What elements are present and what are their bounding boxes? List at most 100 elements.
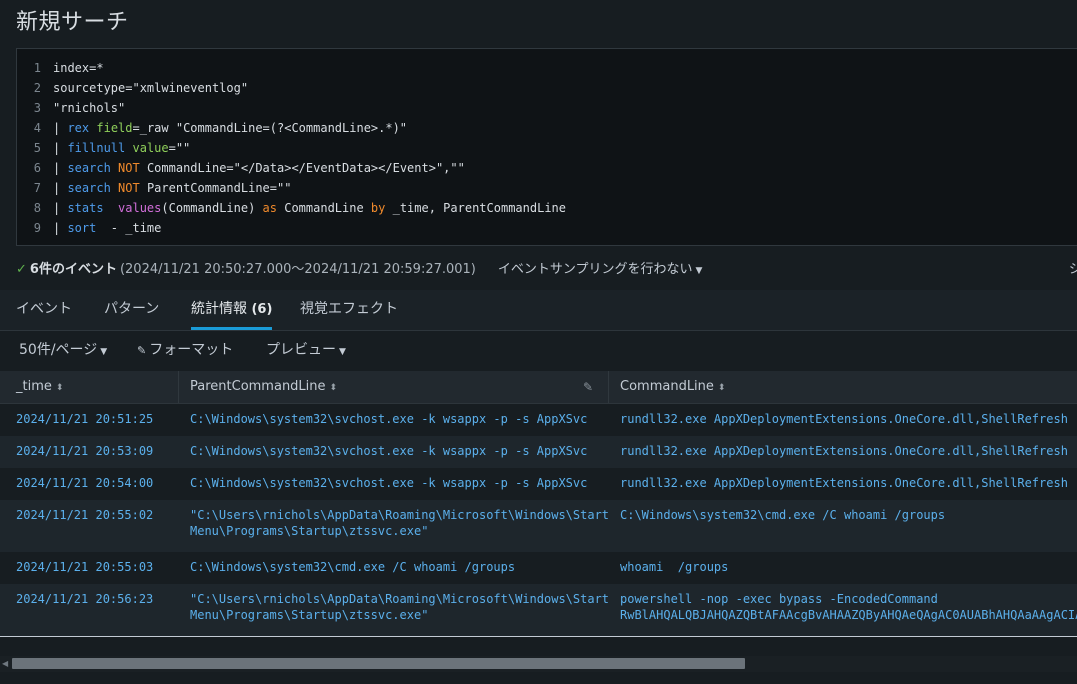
time-cell[interactable]: 2024/11/21 20:55:02 (16, 507, 153, 523)
caret-down-icon: ▼ (695, 265, 703, 276)
search-code: | fillnull value="" (53, 138, 190, 158)
search-line[interactable]: 4 | rex field=_raw "CommandLine=(?<Comman… (17, 118, 1077, 138)
code-token: | (53, 141, 68, 155)
line-number: 2 (33, 81, 41, 95)
search-line[interactable]: 6 | search NOT CommandLine="</Data></Even… (17, 158, 1077, 178)
code-token: sourcetype="xmlwineventlog" (53, 81, 249, 95)
format-button[interactable]: ✎ フォーマット (137, 331, 233, 370)
commandline-cell[interactable]: rundll32.exe AppXDeploymentExtensions.On… (620, 475, 1068, 491)
table-row[interactable]: 2024/11/21 20:55:02 "C:\Users\rnichols\Ap… (0, 500, 1077, 552)
code-token: fillnull (67, 141, 126, 155)
code-token: search (67, 161, 111, 175)
horizontal-scrollbar[interactable]: ◀ (0, 656, 1077, 672)
code-token: ParentCommandLine="" (139, 181, 292, 195)
sampling-dropdown[interactable]: イベントサンプリングを行わない ▼ (498, 260, 703, 281)
line-number: 6 (33, 161, 41, 175)
search-line[interactable]: 1 index=* (17, 58, 1077, 78)
line-number: 3 (33, 101, 41, 115)
column-header-commandline[interactable]: CommandLine ⬍ (620, 371, 725, 403)
time-range: (2024/11/21 20:50:27.000～2024/11/21 20:5… (119, 262, 476, 277)
table-row[interactable]: 2024/11/21 20:53:09 C:\Windows\system32\s… (0, 436, 1077, 468)
line-number: 7 (33, 181, 41, 195)
results-toolbar: 50件/ページ ▼ ✎ フォーマット プレビュー ▼ (0, 331, 1077, 371)
code-token: field (96, 121, 133, 135)
pencil-icon[interactable]: ✎ (583, 371, 593, 403)
commandline-cell[interactable]: whoami /groups (620, 559, 728, 575)
code-token: (CommandLine) (161, 201, 263, 215)
commandline-cell[interactable]: powershell -nop -exec bypass -EncodedCom… (620, 591, 1077, 623)
search-line[interactable]: 3 "rnichols" (17, 98, 1077, 118)
parent-cell[interactable]: C:\Windows\system32\cmd.exe /C whoami /g… (190, 559, 515, 575)
search-editor[interactable]: 1 index=* 2 sourcetype="xmlwineventlog" 3 "rn… (16, 48, 1077, 246)
job-menu[interactable]: ジ (1069, 260, 1077, 280)
code-token: index=* (53, 61, 104, 75)
code-token: CommandLine="</Data></EventData></Event>… (139, 161, 465, 175)
code-token: | (53, 221, 68, 235)
time-cell[interactable]: 2024/11/21 20:55:03 (16, 559, 153, 575)
search-code: index=* (53, 58, 104, 78)
commandline-cell[interactable]: rundll32.exe AppXDeploymentExtensions.On… (620, 443, 1068, 459)
line-number: 8 (33, 201, 41, 215)
column-header-time[interactable]: _time ⬍ (16, 371, 63, 403)
sort-icon: ⬍ (717, 383, 726, 393)
code-token: rex (67, 121, 90, 135)
parent-cell[interactable]: "C:\Users\rnichols\AppData\Roaming\Micro… (190, 507, 609, 539)
event-count: 6件のイベント (29, 262, 117, 277)
table-row[interactable]: 2024/11/21 20:51:25 C:\Windows\system32\s… (0, 404, 1077, 436)
code-token: | (53, 161, 68, 175)
preview-dropdown[interactable]: プレビュー ▼ (266, 331, 346, 371)
search-line[interactable]: 8 | stats values(CommandLine) as CommandL… (17, 198, 1077, 218)
sort-icon: ⬍ (55, 383, 64, 393)
time-cell[interactable]: 2024/11/21 20:56:23 (16, 591, 153, 607)
table-row[interactable]: 2024/11/21 20:56:23 "C:\Users\rnichols\Ap… (0, 584, 1077, 636)
scrollbar-thumb[interactable] (12, 658, 745, 669)
parent-cell[interactable]: "C:\Users\rnichols\AppData\Roaming\Micro… (190, 591, 609, 623)
search-line[interactable]: 5 | fillnull value="" (17, 138, 1077, 158)
table-row[interactable]: 2024/11/21 20:54:00 C:\Windows\system32\s… (0, 468, 1077, 500)
search-code: | sort - _time (53, 218, 161, 238)
tab-patterns[interactable]: パターン (104, 290, 159, 330)
tab-events[interactable]: イベント (16, 290, 72, 330)
per-page-dropdown[interactable]: 50件/ページ ▼ (19, 331, 107, 371)
search-code: | stats values(CommandLine) as CommandLi… (53, 198, 566, 218)
commandline-cell[interactable]: C:\Windows\system32\cmd.exe /C whoami /g… (620, 507, 945, 523)
code-token: by (370, 201, 386, 215)
table-row[interactable]: 2024/11/21 20:55:03 C:\Windows\system32\c… (0, 552, 1077, 584)
code-token: | (53, 201, 68, 215)
code-token: NOT (118, 181, 140, 195)
parent-cell[interactable]: C:\Windows\system32\svchost.exe -k wsapp… (190, 475, 587, 491)
sort-icon: ⬍ (329, 383, 338, 393)
code-token: ="" (168, 141, 191, 155)
code-token: sort (67, 221, 97, 235)
code-token: - _time (96, 221, 162, 235)
column-header-parent[interactable]: ParentCommandLine ⬍ (190, 371, 337, 403)
tab-statistics[interactable]: 統計情報 (6) (191, 290, 273, 330)
time-cell[interactable]: 2024/11/21 20:54:00 (16, 475, 153, 491)
time-cell[interactable]: 2024/11/21 20:51:25 (16, 411, 153, 427)
code-token: stats (67, 201, 104, 215)
search-status: ✓ 6件のイベント (2024/11/21 20:50:27.000～2024/… (16, 260, 702, 280)
commandline-cell[interactable]: rundll32.exe AppXDeploymentExtensions.On… (620, 411, 1068, 427)
tab-visualization[interactable]: 視覚エフェクト (300, 290, 398, 330)
parent-cell[interactable]: C:\Windows\system32\svchost.exe -k wsapp… (190, 443, 587, 459)
scroll-left-icon[interactable]: ◀ (2, 658, 8, 670)
parent-cell[interactable]: C:\Windows\system32\svchost.exe -k wsapp… (190, 411, 587, 427)
time-cell[interactable]: 2024/11/21 20:53:09 (16, 443, 153, 459)
search-line[interactable]: 9 | sort - _time (17, 218, 1077, 238)
search-line[interactable]: 2 sourcetype="xmlwineventlog" (17, 78, 1077, 98)
table-divider (0, 636, 1077, 637)
search-code: "rnichols" (53, 98, 125, 118)
search-line[interactable]: 7 | search NOT ParentCommandLine="" (17, 178, 1077, 198)
code-token: =_raw "CommandLine=(?<CommandLine>.*)" (132, 121, 408, 135)
caret-down-icon: ▼ (100, 347, 108, 357)
line-number: 4 (33, 121, 41, 135)
code-token: value (132, 141, 169, 155)
search-code: | search NOT ParentCommandLine="" (53, 178, 291, 198)
line-number: 9 (33, 221, 41, 235)
pencil-icon: ✎ (137, 344, 147, 357)
code-token: | (53, 121, 68, 135)
page-title: 新規サーチ (16, 10, 129, 35)
code-token: | (53, 181, 68, 195)
